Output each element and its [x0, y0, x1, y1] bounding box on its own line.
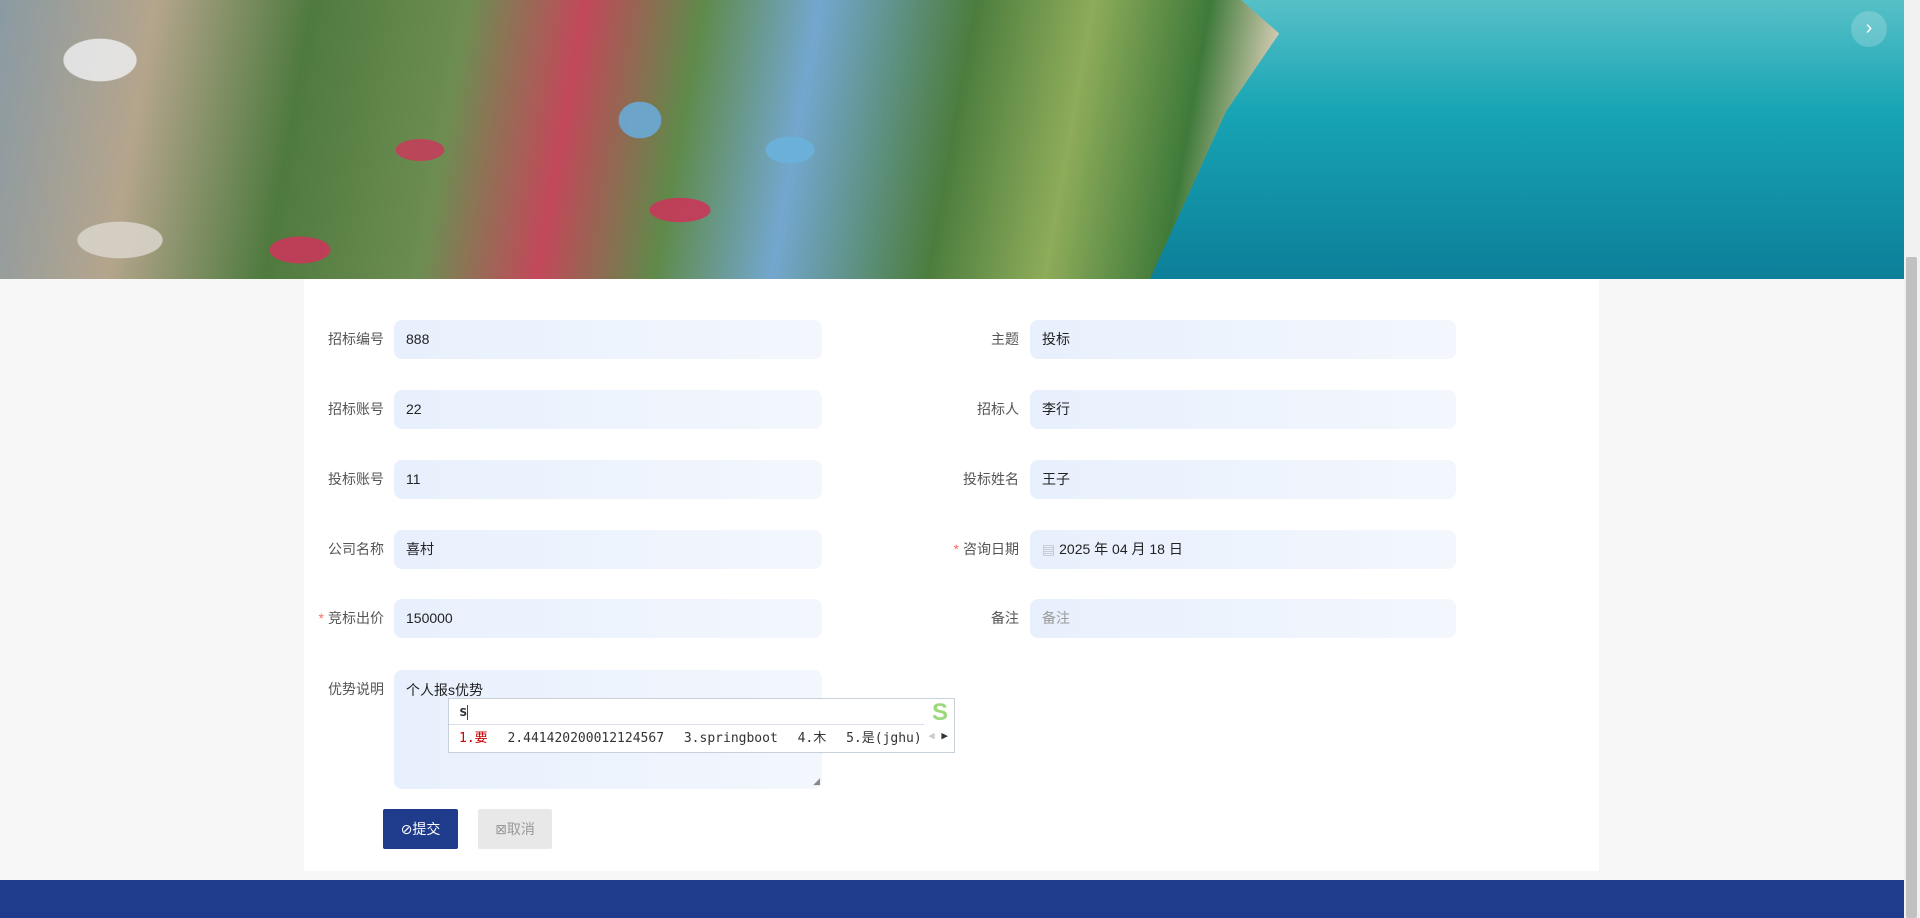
field-label-text: 竞标出价 — [328, 610, 384, 626]
field-input[interactable]: 备注 — [1030, 599, 1456, 638]
field-value: 投标 — [1042, 331, 1070, 347]
field-label: 招标账号 — [264, 390, 384, 429]
field-value: 150000 — [406, 610, 453, 626]
ime-candidate[interactable]: 5.是(jghu) — [846, 731, 922, 746]
field-label: * 竞标出价 — [264, 599, 384, 638]
field-input[interactable]: 王子 — [1030, 460, 1456, 499]
calendar-icon: ▤ — [1042, 541, 1060, 557]
ime-candidate[interactable]: 1.要 — [459, 731, 488, 746]
field-input[interactable]: 11 — [394, 460, 822, 499]
field-value: 备注 — [1042, 610, 1070, 626]
field-value: 888 — [406, 331, 430, 347]
footer — [0, 880, 1904, 918]
ime-page-arrows[interactable]: ◀ ▶ — [928, 729, 948, 742]
field-label-text: 公司名称 — [328, 541, 384, 557]
ime-candidates: 1.要 2.441420200012124567 3.springboot 4.… — [449, 725, 954, 752]
field-label: 投标姓名 — [899, 460, 1019, 499]
field-label-text: 招标编号 — [328, 331, 384, 347]
sogou-ime-logo: S — [931, 699, 948, 726]
field-label: 备注 — [899, 599, 1019, 638]
field-value: 22 — [406, 401, 422, 417]
ime-candidate[interactable]: 4.木 — [798, 731, 827, 746]
field-input[interactable]: 888 — [394, 320, 822, 359]
advantage-label: 优势说明 — [328, 681, 384, 697]
required-mark: * — [318, 610, 324, 626]
field-value: 王子 — [1042, 471, 1070, 487]
resize-handle[interactable]: ◢ — [813, 776, 820, 787]
field-label-text: 主题 — [991, 331, 1019, 347]
field-label-text: 备注 — [991, 610, 1019, 626]
field-value: 11 — [406, 471, 421, 487]
field-label-text: 投标账号 — [328, 471, 384, 487]
advantage-text: 个人报s优势 — [406, 682, 483, 698]
chevron-right-icon: › — [1865, 17, 1873, 39]
ime-composition: s — [449, 699, 924, 725]
field-input[interactable]: 22 — [394, 390, 822, 429]
field-label: 投标账号 — [264, 460, 384, 499]
field-input[interactable]: 投标 — [1030, 320, 1456, 359]
cancel-button[interactable]: ⊠取消 — [478, 809, 552, 849]
field-input[interactable]: 喜村 — [394, 530, 822, 569]
banner-city-image — [0, 0, 1150, 279]
field-input[interactable]: ▤ 2025 年 04 月 18 日 — [1030, 530, 1456, 569]
text-caret — [467, 704, 469, 720]
field-value: 2025 年 04 月 18 日 — [1059, 541, 1183, 557]
banner-sea-image — [1150, 0, 1904, 279]
scrollbar-thumb[interactable] — [1906, 257, 1917, 918]
ime-candidate[interactable]: 2.441420200012124567 — [507, 731, 664, 746]
field-label-text: 招标账号 — [328, 401, 384, 417]
field-input[interactable]: 李行 — [1030, 390, 1456, 429]
submit-button[interactable]: ⊘提交 — [383, 809, 458, 849]
field-label: 公司名称 — [264, 530, 384, 569]
field-label: 主题 — [899, 320, 1019, 359]
banner-carousel — [0, 0, 1904, 279]
field-label: * 咨询日期 — [899, 530, 1019, 569]
ime-composition-text: s — [459, 704, 468, 720]
ime-candidate[interactable]: 3.springboot — [684, 731, 778, 746]
field-value: 喜村 — [406, 541, 434, 557]
required-mark: * — [953, 541, 959, 557]
field-label-text: 招标人 — [977, 401, 1019, 417]
field-label-text: 咨询日期 — [963, 541, 1019, 557]
field-label: 招标人 — [899, 390, 1019, 429]
ime-candidate-popup: s 1.要 2.441420200012124567 3.springboot … — [448, 698, 955, 753]
field-label: 招标编号 — [264, 320, 384, 359]
field-value: 李行 — [1042, 401, 1070, 417]
field-label-text: 投标姓名 — [963, 471, 1019, 487]
field-input[interactable]: 150000 — [394, 599, 822, 638]
carousel-next-button[interactable]: › — [1851, 11, 1887, 47]
